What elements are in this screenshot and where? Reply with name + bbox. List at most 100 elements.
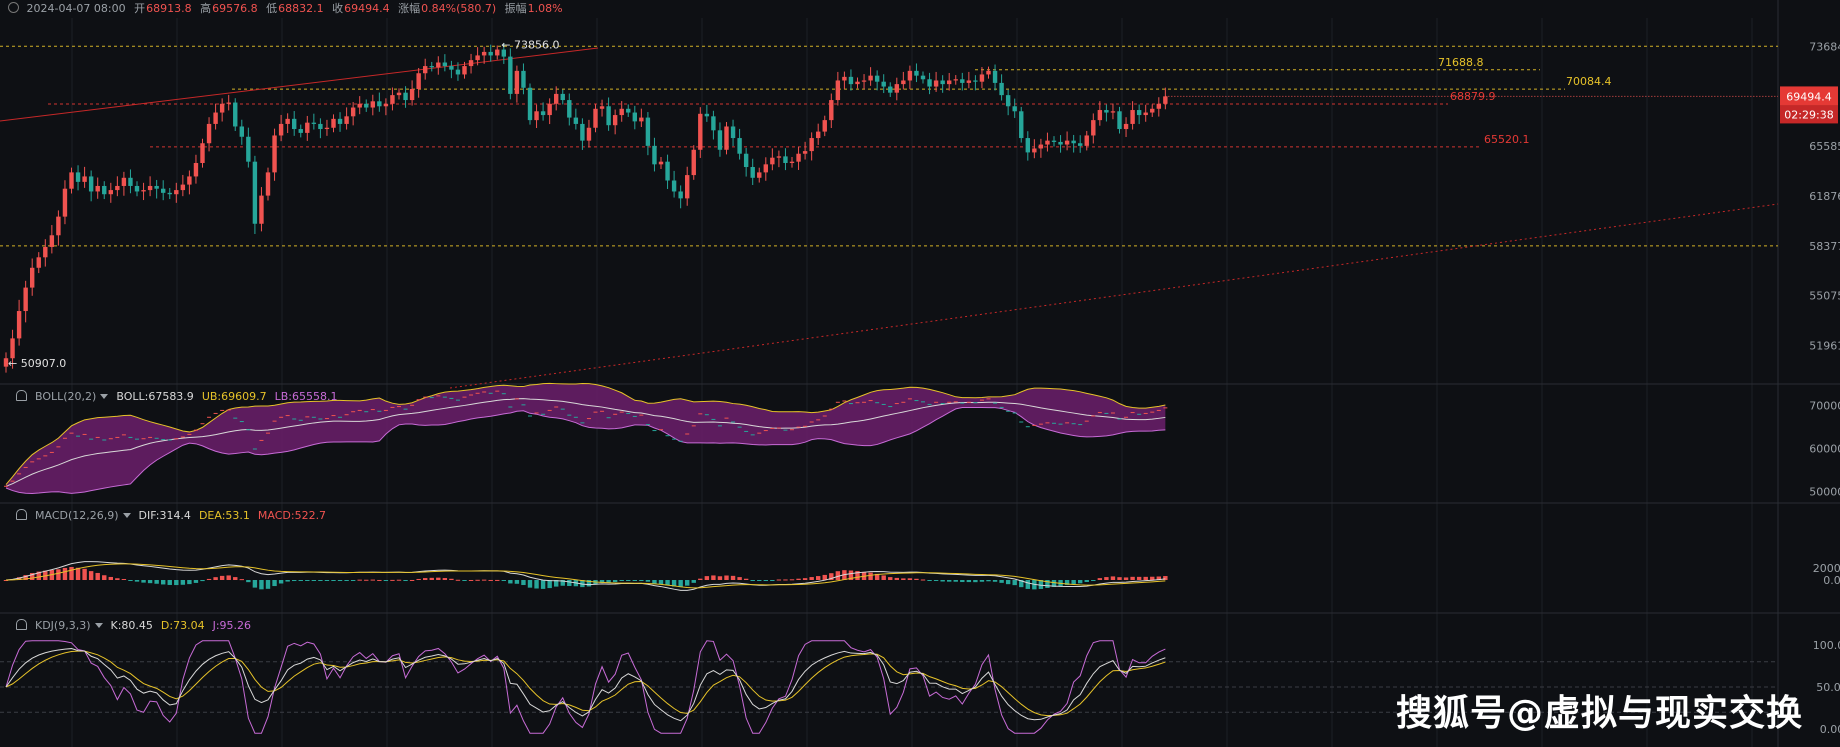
bell-icon[interactable]	[16, 509, 27, 520]
macd-histogram-bar	[180, 580, 186, 585]
macd-histogram-bar	[357, 579, 362, 581]
macd-histogram-bar	[455, 579, 461, 581]
macd-histogram-bar	[200, 580, 205, 582]
macd-histogram-bar	[868, 572, 873, 580]
candle-body	[534, 111, 539, 121]
caret-down-icon[interactable]	[100, 394, 109, 399]
candle-body	[992, 70, 998, 83]
macd-histogram-bar	[213, 577, 218, 580]
price-tick-label: 58377.2	[1809, 240, 1840, 253]
macd-histogram-bar	[442, 578, 448, 580]
candle-body	[626, 108, 631, 113]
macd-histogram-bar	[161, 580, 166, 585]
candle-body	[920, 75, 926, 80]
support-trendline	[449, 203, 1779, 389]
candle-body	[429, 66, 434, 68]
macd-histogram-bar	[1071, 580, 1076, 585]
candle-body	[154, 185, 159, 189]
candle-body	[933, 80, 939, 87]
bar-datetime: 2024-04-07 08:00	[26, 2, 126, 15]
macd-histogram-bar	[685, 580, 690, 586]
macd-histogram-bar	[534, 580, 539, 589]
candle-body	[62, 188, 68, 217]
high-marker: ← 73856.0	[501, 38, 559, 51]
kdj-k-line	[5, 648, 1166, 722]
boll-header[interactable]: BOLL(20,2) BOLL:67583.9 UB:69609.7 LB:65558…	[16, 389, 345, 405]
macd-header[interactable]: MACD(12,26,9) DIF:314.4 DEA:53.1 MACD:522.7	[16, 508, 334, 524]
candle-body	[619, 108, 624, 116]
macd-histogram-bar	[678, 580, 683, 588]
chevron-down-icon[interactable]	[8, 2, 19, 13]
candle-body	[1005, 95, 1011, 107]
candle-body	[147, 185, 153, 191]
candle-body	[737, 138, 742, 154]
candle-body	[409, 88, 415, 101]
amplitude-label: 振幅	[504, 2, 527, 15]
macd-histogram-bar	[174, 580, 179, 586]
bell-icon[interactable]	[16, 619, 27, 630]
macd-histogram-bar	[743, 578, 749, 580]
open-value: 68913.8	[146, 2, 192, 15]
macd-histogram-bar	[193, 580, 199, 583]
macd-histogram-bar	[390, 579, 395, 581]
candle-body	[1038, 144, 1044, 149]
macd-histogram-bar	[776, 579, 782, 581]
macd-histogram-bar	[527, 580, 533, 588]
candle-body	[1058, 141, 1063, 145]
candle-body	[357, 103, 362, 108]
macd-histogram-bar	[285, 580, 290, 582]
macd-histogram-bar	[953, 580, 958, 582]
macd-histogram-bar	[658, 580, 664, 585]
candle-body	[816, 131, 821, 139]
candle-body	[161, 188, 166, 193]
macd-histogram-bar	[259, 580, 264, 590]
bell-icon[interactable]	[16, 390, 27, 401]
candle-body	[691, 149, 696, 176]
candle-body	[1012, 106, 1017, 112]
candle-body	[947, 80, 952, 85]
macd-histogram-bar	[1091, 580, 1096, 581]
macd-histogram-bar	[992, 580, 998, 582]
candle-body	[671, 180, 677, 192]
candle-body	[907, 70, 913, 81]
caret-down-icon[interactable]	[94, 623, 103, 628]
kdj-header[interactable]: KDJ(9,3,3) K:80.45 D:73.04 J:95.26	[16, 618, 259, 634]
macd-histogram-bar	[462, 580, 467, 581]
macd-histogram-bar	[802, 578, 808, 580]
macd-histogram-bar	[475, 579, 480, 581]
macd-histogram-bar	[167, 580, 172, 585]
kdj-d-line	[5, 650, 1166, 717]
candle-body	[403, 92, 408, 101]
candle-body	[704, 113, 710, 117]
macd-histogram-bar	[933, 580, 939, 581]
candle-body	[927, 79, 932, 87]
candle-body	[698, 113, 703, 150]
caret-down-icon[interactable]	[122, 513, 131, 518]
macd-histogram-bar	[108, 576, 113, 580]
macd-histogram-bar	[449, 578, 454, 580]
macd-histogram-bar	[508, 580, 513, 584]
macd-histogram-bar	[226, 575, 231, 580]
macd-histogram-bar	[370, 579, 375, 581]
macd-histogram-bar	[612, 580, 618, 583]
candle-body	[436, 62, 441, 68]
macd-histogram-bar	[75, 567, 81, 580]
candle-body	[423, 66, 428, 74]
kdj-j-line	[5, 640, 1166, 734]
macd-histogram-bar	[789, 579, 795, 581]
candle-body	[567, 100, 572, 118]
price-chart[interactable]: 71688.870084.468879.965520.1 ← 73856.0← …	[0, 0, 1840, 747]
macd-histogram-bar	[318, 580, 323, 581]
macd-histogram-bar	[901, 578, 906, 580]
watermark-text: 搜狐号@虚拟与现实交换	[1396, 693, 1804, 734]
candle-body	[612, 115, 618, 126]
macd-histogram-bar	[495, 579, 500, 581]
macd-histogram-bar	[233, 577, 238, 580]
candle-body	[311, 122, 317, 124]
macd-histogram-bar	[141, 580, 146, 583]
boll-ub: UB:69609.7	[201, 390, 267, 403]
macd-histogram-bar	[501, 580, 506, 581]
macd-histogram-bar	[730, 575, 736, 580]
change-value: 0.84%(580.7)	[421, 2, 497, 15]
low-value: 68832.1	[278, 2, 324, 15]
